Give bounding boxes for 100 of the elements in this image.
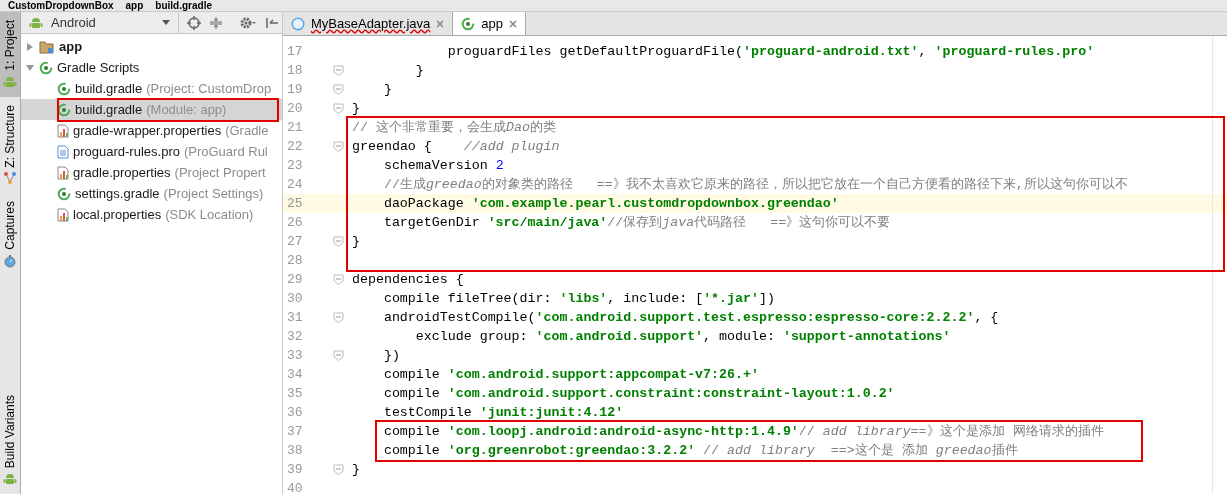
editor-tab[interactable]: app [453,12,526,35]
line-number: 37 [286,422,304,441]
code-line: compile 'org.greenrobot:greendao:3.2.2' // add library ==>这个是 添加 greedao插件 [383,441,1018,460]
code-line: } [352,99,360,118]
file-name[interactable]: build.gradle [75,99,143,120]
line-number: 40 [286,479,304,494]
line-number: 31 [286,308,304,327]
android-icon [3,472,17,486]
tool-window-tab[interactable]: Captures [0,193,20,277]
fold-marker-icon[interactable] [333,65,344,76]
fold-marker-icon[interactable] [333,236,344,247]
line-number: 18 [286,61,304,80]
line-number: 19 [286,80,304,99]
collapsed-arrow-icon[interactable] [25,41,35,52]
line-number: 33 [286,346,304,365]
file-name[interactable]: app [59,36,83,57]
breadcrumb-item[interactable]: app [125,0,144,11]
breadcrumb-item[interactable]: CustomDropdownBox [8,0,114,11]
line-number: 23 [286,156,304,175]
file-detail: (Project: CustomDrop [146,79,272,98]
line-number: 36 [286,403,304,422]
file-name[interactable]: local.properties [73,204,162,225]
structure-icon [3,171,17,186]
line-number: 39 [286,460,304,479]
line-number: 35 [286,384,304,403]
hide-panel-icon[interactable] [265,15,279,30]
file-detail: (Project Settings) [163,184,264,203]
fold-marker-icon[interactable] [333,350,344,361]
file-name[interactable]: gradle-wrapper.properties [73,120,222,141]
tool-window-tab[interactable]: 1: Project [0,12,20,97]
gradle-icon [57,186,71,201]
code-line: dependencies { [352,270,464,289]
tool-window-tab[interactable]: Z: Structure [0,96,20,194]
android-icon [3,74,17,89]
text-file-icon [57,144,69,159]
file-name[interactable]: proguard-rules.pro [73,141,180,162]
target-icon[interactable] [187,15,201,30]
line-number: 38 [286,441,304,460]
code-line: compile 'com.android.support.constraint:constraint-layout:1.0.2' [383,384,895,403]
code-line: compile 'com.android.support:appcompat-v7:26.+' [383,365,759,384]
line-number: 34 [286,365,304,384]
file-name[interactable]: Gradle Scripts [57,57,140,78]
expanded-arrow-icon[interactable] [25,62,35,73]
tool-window-tab[interactable]: Build Variants [0,386,20,494]
line-number: 20 [286,99,304,118]
fold-marker-icon[interactable] [333,103,344,114]
line-number: 21 [286,118,304,137]
class-icon [291,16,305,31]
fold-marker-icon[interactable] [333,274,344,285]
folder-icon [39,39,55,54]
gradle-icon [57,81,71,96]
file-name[interactable]: settings.gradle [75,183,160,204]
code-line: // 这个非常重要，会生成Dao的类 [352,118,556,137]
gradle-icon [57,102,71,117]
line-number: 29 [286,270,304,289]
code-line: targetGenDir 'src/main/java'//保存到java代码路径 ==》这句你可以不要 [383,213,891,232]
code-line: androidTestCompile('com.android.support.test.espresso:espresso-core:2.2.2', { [383,308,999,327]
line-number: 32 [286,327,304,346]
code-line: exclude group: 'com.android.support', module: 'support-annotations' [415,327,951,346]
close-icon[interactable] [436,19,445,28]
code-line: greendao { //add plugin [352,137,560,156]
code-line: daoPackage 'com.example.pearl.customdropdownbox.greendao' [383,194,839,213]
fold-marker-icon[interactable] [333,464,344,475]
code-line: proguardFiles getDefaultProguardFile('proguard-android.txt', 'proguard-rules.pro' [447,42,1095,61]
view-dropdown[interactable]: Android [21,12,179,33]
line-number: 30 [286,289,304,308]
line-number: 24 [286,175,304,194]
file-detail: (Project Propert [174,163,266,182]
file-detail: (Module: app) [146,100,227,119]
stopwatch-icon [3,254,17,269]
chart-file-icon [57,207,69,222]
dropdown-arrow-icon [162,20,170,25]
fold-marker-icon[interactable] [333,141,344,152]
gradle-icon [39,60,53,75]
fold-marker-icon[interactable] [333,84,344,95]
gradle-icon [461,16,476,31]
close-icon[interactable] [508,19,517,28]
code-line: } [383,80,392,99]
android-icon [29,15,43,30]
code-line: } [352,232,360,251]
line-number: 28 [286,251,304,270]
fold-marker-icon[interactable] [333,312,344,323]
chart-file-icon [57,165,69,180]
line-number: 17 [286,42,304,61]
code-line: }) [383,346,400,365]
file-name[interactable]: gradle.properties [73,162,171,183]
collapse-icon[interactable] [209,15,223,30]
breadcrumb-item[interactable]: build.gradle [155,0,212,11]
code-line: compile 'com.loopj.android:android-async-http:1.4.9'// add library==》这个是添加 网络请求的插件 [383,422,1104,441]
settings-icon[interactable] [239,15,257,30]
chart-file-icon [57,123,69,138]
code-line: } [415,61,424,80]
file-detail: (ProGuard Rul [183,142,268,161]
file-detail: (Gradle [225,121,269,140]
code-line: testCompile 'junit:junit:4.12' [383,403,624,422]
file-name[interactable]: build.gradle [75,78,143,99]
line-number: 26 [286,213,304,232]
code-line: schemaVersion 2 [383,156,504,175]
file-detail: (SDK Location) [165,205,254,224]
line-number: 25 [286,194,304,213]
